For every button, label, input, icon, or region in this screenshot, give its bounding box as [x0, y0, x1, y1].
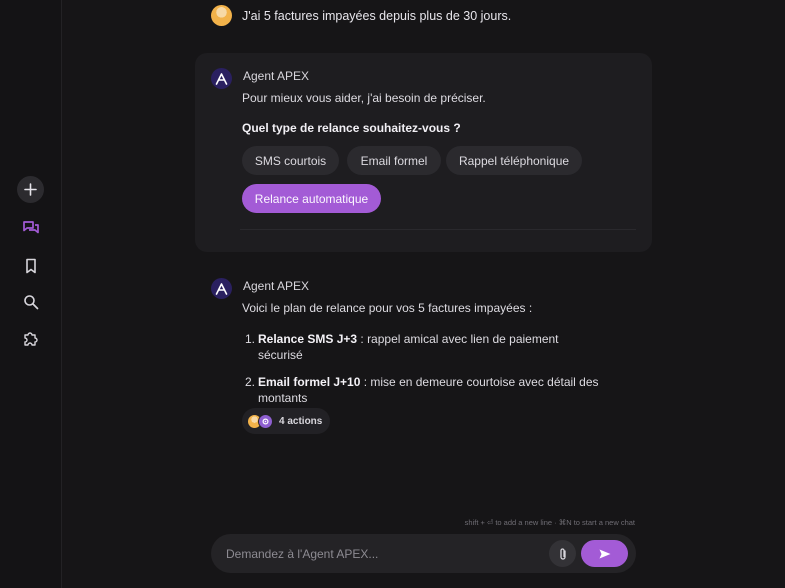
user-message-text: J'ai 5 factures impayées depuis plus de … [242, 8, 512, 23]
agent-header: Agent APEX [211, 278, 309, 299]
option-sms-courtois[interactable]: SMS courtois [242, 146, 339, 175]
chat-icon [22, 220, 39, 233]
agent-mini-avatar [258, 413, 273, 429]
agent-header: Agent APEX [211, 68, 309, 89]
agent-avatar [211, 68, 232, 89]
list-item: 1. Relance SMS J+3 : rappel amical avec … [245, 331, 605, 363]
composer [211, 534, 636, 573]
bookmarks-button[interactable] [17, 252, 44, 279]
sidebar [0, 0, 62, 588]
attach-button[interactable] [549, 540, 576, 567]
gear-icon [262, 417, 269, 425]
item-title: Relance SMS J+3 [258, 332, 358, 346]
search-icon [23, 294, 38, 309]
option-relance-automatique[interactable]: Relance automatique [242, 184, 381, 213]
chat-area: J'ai 5 factures impayées depuis plus de … [62, 0, 785, 588]
actions-label: 4 actions [279, 415, 323, 427]
apex-logo-icon [215, 282, 228, 295]
plus-icon [24, 183, 37, 196]
paperclip-icon [559, 547, 566, 560]
option-email-formel[interactable]: Email formel [347, 146, 441, 175]
conversations-button[interactable] [17, 214, 44, 241]
clarify-intro: Pour mieux vous aider, j'ai besoin de pr… [242, 91, 486, 105]
search-button[interactable] [17, 288, 44, 315]
puzzle-icon [24, 332, 38, 346]
agent-name: Agent APEX [243, 279, 310, 293]
plan-list: 1. Relance SMS J+3 : rappel amical avec … [245, 331, 605, 417]
apex-logo-icon [215, 72, 228, 85]
message-input[interactable] [226, 544, 526, 563]
divider [240, 229, 636, 230]
clarify-question: Quel type de relance souhaitez-vous ? [242, 121, 461, 135]
bookmark-icon [25, 258, 36, 273]
item-number: 1. [245, 332, 256, 346]
agent-avatar [211, 278, 232, 299]
item-title: Email formel J+10 [258, 375, 361, 389]
plan-intro: Voici le plan de relance pour vos 5 fact… [242, 301, 533, 315]
integrations-button[interactable] [17, 325, 44, 352]
clarify-card: Agent APEX Pour mieux vous aider, j'ai b… [195, 53, 652, 252]
option-rappel-telephonique[interactable]: Rappel téléphonique [446, 146, 582, 175]
list-item: 2. Email formel J+10 : mise en demeure c… [245, 374, 605, 406]
new-chat-button[interactable] [17, 176, 44, 203]
user-message: J'ai 5 factures impayées depuis plus de … [211, 5, 511, 26]
keyboard-hint: shift + ⏎ to add a new line · ⌘N to star… [464, 518, 635, 527]
actions-button[interactable]: 4 actions [242, 408, 330, 434]
item-number: 2. [245, 375, 256, 389]
send-button[interactable] [581, 540, 628, 567]
send-icon [599, 549, 610, 558]
agent-name: Agent APEX [243, 69, 310, 83]
user-avatar [211, 5, 232, 26]
